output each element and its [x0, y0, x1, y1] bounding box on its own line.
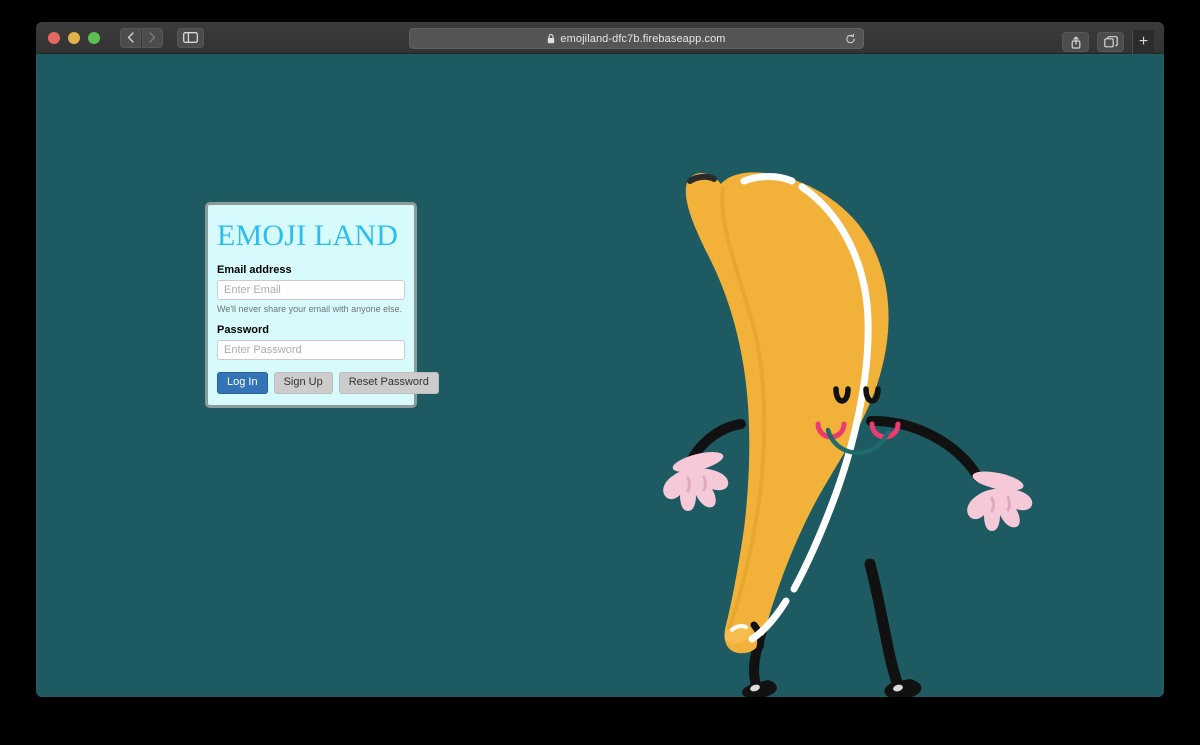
maximize-window-button[interactable] [88, 31, 100, 44]
lock-icon [547, 33, 555, 44]
minimize-window-button[interactable] [68, 31, 80, 44]
chevron-left-icon [127, 32, 134, 43]
reset-password-button[interactable]: Reset Password [338, 371, 439, 394]
browser-window: emojiland-dfc7b.firebaseapp.com + EMOJI … [36, 22, 1164, 697]
share-icon [1071, 36, 1080, 49]
address-bar[interactable]: emojiland-dfc7b.firebaseapp.com [409, 28, 864, 49]
right-glove [967, 471, 1033, 531]
show-tabs-button[interactable] [1097, 32, 1124, 52]
auth-button-row: Log In Sign Up Reset Password [217, 371, 439, 394]
email-help-text: We'll never share your email with anyone… [217, 303, 403, 314]
sidebar-icon [183, 32, 198, 43]
email-label: Email address [217, 263, 292, 276]
left-glove [663, 452, 729, 511]
password-field[interactable] [217, 339, 405, 360]
email-field[interactable] [217, 279, 405, 300]
url-text: emojiland-dfc7b.firebaseapp.com [560, 32, 726, 45]
page-viewport: EMOJI LAND Email address We'll never sha… [36, 54, 1164, 697]
reload-icon[interactable] [845, 33, 856, 44]
toolbar-right-buttons: + [1062, 28, 1154, 56]
browser-titlebar: emojiland-dfc7b.firebaseapp.com + [36, 22, 1164, 56]
forward-button[interactable] [142, 27, 163, 48]
sidebar-toggle-button[interactable] [177, 27, 204, 48]
share-button[interactable] [1062, 32, 1089, 52]
password-label: Password [217, 323, 269, 336]
window-controls [48, 31, 100, 44]
back-button[interactable] [120, 27, 141, 48]
new-tab-button[interactable]: + [1132, 30, 1154, 56]
tabs-icon [1103, 36, 1118, 48]
login-card: EMOJI LAND Email address We'll never sha… [205, 202, 439, 408]
log-in-button[interactable]: Log In [217, 371, 268, 394]
navigation-buttons [120, 27, 163, 48]
sign-up-button[interactable]: Sign Up [273, 371, 333, 394]
dancing-banana-illustration [626, 139, 1086, 697]
close-window-button[interactable] [48, 31, 60, 44]
page-title: EMOJI LAND [217, 219, 399, 252]
chevron-right-icon [149, 32, 156, 43]
